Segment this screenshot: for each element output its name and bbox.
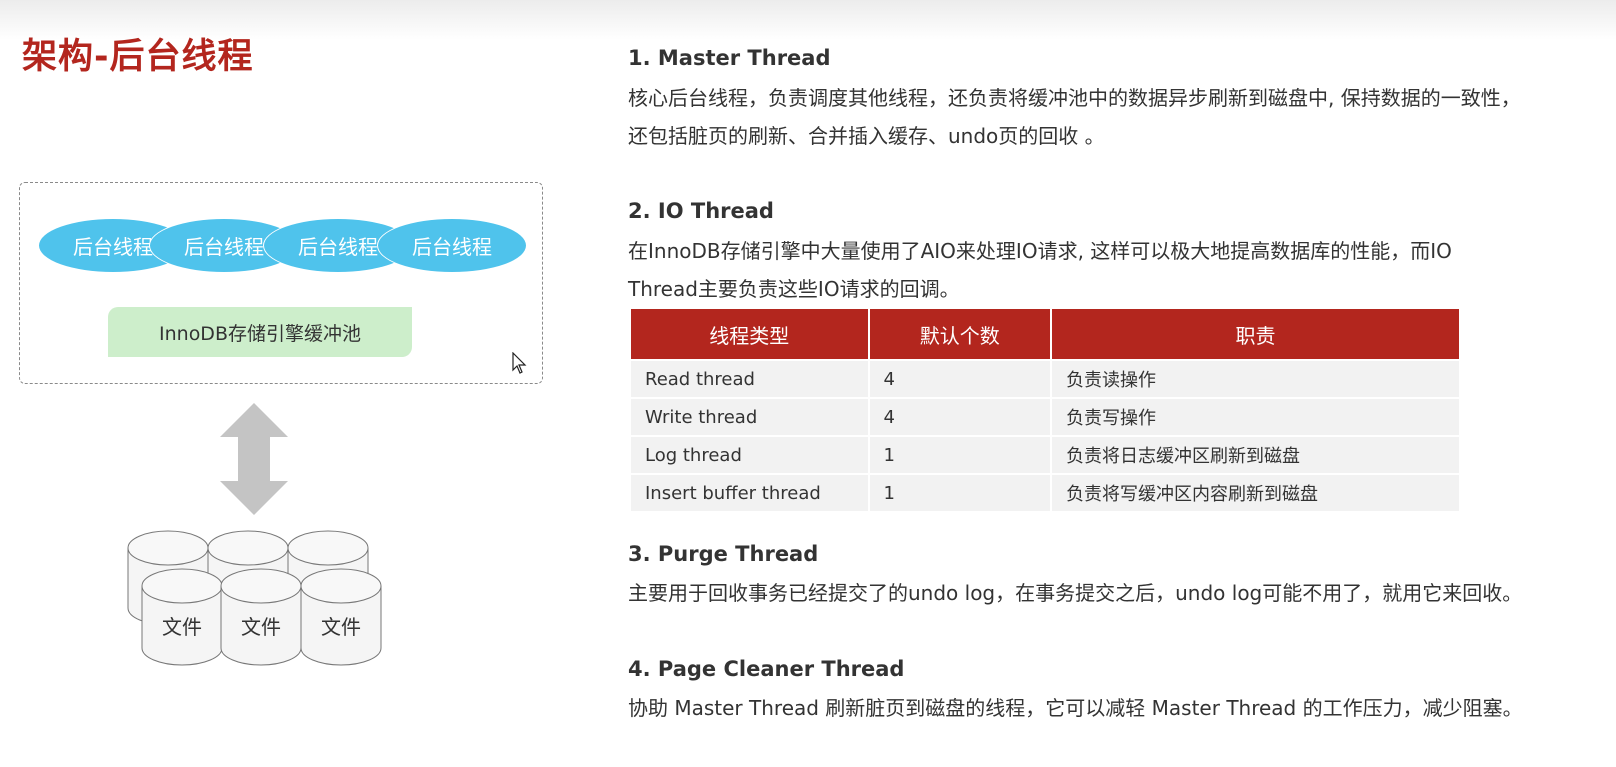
- innodb-buffer-pool: InnoDB存储引擎缓冲池: [108, 307, 412, 357]
- cell-default-count: 4: [869, 397, 1051, 435]
- cell-thread-type: Insert buffer thread: [631, 473, 868, 511]
- table-row: Log thread 1 负责将日志缓冲区刷新到磁盘: [631, 435, 1459, 473]
- master-thread-heading: 1. Master Thread: [628, 46, 831, 70]
- cell-default-count: 1: [869, 473, 1051, 511]
- cell-default-count: 1: [869, 435, 1051, 473]
- cell-responsibility: 负责将写缓冲区内容刷新到磁盘: [1052, 473, 1459, 511]
- page-cleaner-thread-heading: 4. Page Cleaner Thread: [628, 657, 905, 681]
- cell-thread-type: Write thread: [631, 397, 868, 435]
- master-thread-line-1: 核心后台线程，负责调度其他线程，还负责将缓冲池中的数据异步刷新到磁盘中, 保持数…: [628, 86, 1521, 110]
- cell-thread-type: Read thread: [631, 359, 868, 397]
- mouse-cursor-icon: [512, 352, 527, 374]
- table-row: Insert buffer thread 1 负责将写缓冲区内容刷新到磁盘: [631, 473, 1459, 511]
- master-thread-line-2: 还包括脏页的刷新、合并插入缓存、undo页的回收 。: [628, 124, 1105, 148]
- io-thread-heading: 2. IO Thread: [628, 199, 774, 223]
- io-thread-line-1: 在InnoDB存储引擎中大量使用了AIO来处理IO请求, 这样可以极大地提高数据…: [628, 239, 1452, 263]
- io-thread-description: 在InnoDB存储引擎中大量使用了AIO来处理IO请求, 这样可以极大地提高数据…: [628, 232, 1603, 308]
- cell-responsibility: 负责将日志缓冲区刷新到磁盘: [1052, 435, 1459, 473]
- io-thread-line-2: Thread主要负责这些IO请求的回调。: [628, 277, 960, 301]
- double-arrow-icon: [220, 403, 288, 515]
- file-label: 文件: [321, 615, 361, 639]
- header-default-count: 默认个数: [869, 309, 1051, 359]
- table-row: Write thread 4 负责写操作: [631, 397, 1459, 435]
- master-thread-description: 核心后台线程，负责调度其他线程，还负责将缓冲池中的数据异步刷新到磁盘中, 保持数…: [628, 79, 1603, 155]
- file-label: 文件: [241, 615, 281, 639]
- cell-thread-type: Log thread: [631, 435, 868, 473]
- header-responsibility: 职责: [1052, 309, 1459, 359]
- file-label: 文件: [162, 615, 202, 639]
- table-row: Read thread 4 负责读操作: [631, 359, 1459, 397]
- table-header-row: 线程类型 默认个数 职责: [631, 309, 1459, 359]
- page-title: 架构-后台线程: [22, 37, 254, 77]
- header-thread-type: 线程类型: [631, 309, 868, 359]
- io-thread-table: 线程类型 默认个数 职责 Read thread 4 负责读操作 Write t…: [629, 309, 1461, 511]
- background-thread-ellipse: 后台线程: [377, 218, 527, 273]
- cell-default-count: 4: [869, 359, 1051, 397]
- purge-thread-heading: 3. Purge Thread: [628, 542, 819, 566]
- cell-responsibility: 负责读操作: [1052, 359, 1459, 397]
- page-cleaner-thread-description: 协助 Master Thread 刷新脏页到磁盘的线程，它可以减轻 Master…: [628, 696, 1523, 720]
- purge-thread-description: 主要用于回收事务已经提交了的undo log，在事务提交之后，undo log可…: [628, 581, 1523, 605]
- cell-responsibility: 负责写操作: [1052, 397, 1459, 435]
